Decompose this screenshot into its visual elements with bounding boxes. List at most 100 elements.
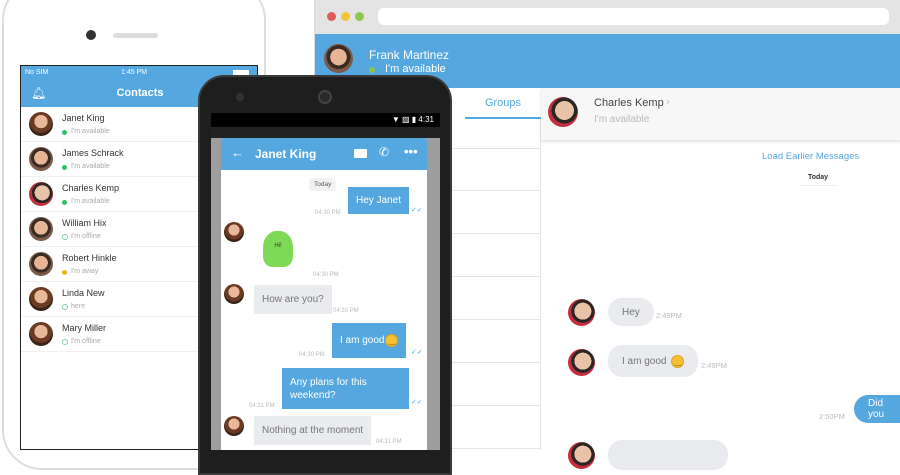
back-arrow-icon[interactable]: ← [231, 145, 244, 160]
my-status[interactable]: I'm available [385, 63, 446, 75]
contact-status: I'm available [71, 128, 110, 135]
contact-avatar [29, 322, 53, 346]
contact-avatar [568, 442, 595, 469]
date-separator: Today [799, 174, 837, 186]
list-divider [451, 448, 541, 449]
browser-titlebar [315, 0, 900, 34]
phone-icon[interactable]: ✆ [379, 145, 389, 159]
presence-dot [62, 339, 68, 345]
minimize-window-button[interactable] [341, 12, 350, 21]
contact-name: James Schrack [62, 148, 124, 158]
read-receipt-icon: ✓✓ [411, 349, 423, 356]
contact-name: Robert Hinkle [62, 253, 117, 263]
message-time: 04:30 PM [299, 352, 325, 358]
speaker [113, 33, 158, 38]
message-text: Nothing at the moment [262, 425, 364, 436]
contact-status: here [71, 303, 86, 310]
maximize-window-button[interactable] [355, 12, 364, 21]
message-time: 2:49PM [656, 311, 682, 320]
list-divider [451, 148, 541, 149]
presence-dot [62, 130, 67, 135]
contact-avatar [29, 217, 53, 241]
status-bar: ▼ ▨ ▮ 4:31 [211, 113, 440, 127]
contact-name: Charles Kemp [62, 183, 120, 193]
contact-status: I'm away [71, 268, 99, 275]
android-screen: ▼ ▨ ▮ 4:31 ← Janet King ✆ ••• Today Hey … [211, 113, 440, 450]
read-receipt-icon: ✓✓ [411, 207, 423, 214]
message-bubble-out: Did you [854, 395, 900, 423]
smile-emoji-icon: ‿ [385, 334, 399, 347]
message-time: 04:31 PM [376, 439, 402, 445]
message-bubble-in: I am good ‿ [608, 345, 699, 377]
my-avatar[interactable] [324, 44, 353, 73]
presence-dot [62, 200, 67, 205]
presence-dot [62, 304, 68, 310]
message-time: 2:50PM [819, 412, 845, 421]
contact-avatar[interactable] [548, 97, 578, 127]
list-divider [451, 362, 541, 363]
my-name: Frank Martinez [369, 48, 450, 62]
contact-avatar [224, 416, 244, 436]
contact-avatar [29, 182, 53, 206]
contact-name: Janet King [62, 113, 105, 123]
list-divider [451, 190, 541, 191]
contact-avatar [224, 284, 244, 304]
list-divider [451, 276, 541, 277]
video-call-icon[interactable] [354, 149, 367, 158]
list-divider [451, 233, 541, 234]
bell-icon[interactable]: 🔔︎ [31, 86, 46, 100]
contact-status: I'm available [71, 163, 110, 170]
close-window-button[interactable] [327, 12, 336, 21]
contact-avatar [29, 147, 53, 171]
message-bubble-out: Any plans for this weekend? [282, 368, 409, 409]
message-text: I am good [622, 355, 667, 367]
message-time: 04:30 PM [313, 272, 339, 278]
date-separator: Today [309, 178, 337, 191]
message-bubble-in [608, 440, 728, 470]
message-bubble-out: Hey Janet [348, 187, 410, 214]
chat-contact-name[interactable]: Charles Kemp [594, 97, 664, 109]
load-earlier-link[interactable]: Load Earlier Messages [762, 151, 859, 162]
conversation-list [451, 119, 541, 450]
message-bubble-out: I am good ‿ [332, 323, 407, 358]
message-text: How are you? [262, 294, 324, 305]
chat-window: ← Janet King ✆ ••• Today Hey Janet 04:30… [221, 138, 427, 450]
contact-name: William Hix [62, 218, 107, 228]
list-divider [451, 405, 541, 406]
sensor [236, 93, 244, 101]
online-status-dot [369, 67, 375, 73]
contact-avatar [29, 252, 53, 276]
message-bubble-in: Hey [608, 298, 654, 326]
tab-groups[interactable]: Groups [465, 88, 541, 119]
contact-status: I'm offline [71, 233, 101, 240]
front-camera [86, 30, 96, 40]
message-text: Hey [622, 306, 640, 318]
more-options-icon[interactable]: ••• [404, 144, 418, 159]
chat-header: ← Janet King ✆ ••• [221, 138, 427, 170]
app-bar-shadow [211, 127, 440, 138]
message-time: 04:30 PM [315, 210, 341, 216]
presence-dot [62, 270, 67, 275]
message-text: Did you [868, 398, 885, 420]
message-time: 04:31 PM [249, 403, 275, 409]
chat-contact-name[interactable]: Janet King [255, 147, 316, 161]
clock: 1:45 PM [121, 69, 148, 76]
contact-avatar [224, 222, 244, 242]
contact-avatar [29, 287, 53, 311]
contact-avatar [568, 349, 595, 376]
message-text: Any plans for this weekend? [290, 376, 367, 401]
list-divider [451, 319, 541, 320]
message-time: 04:30 PM [333, 308, 359, 314]
contact-status: I'm available [71, 198, 110, 205]
presence-dot [62, 165, 67, 170]
message-text: I am good [340, 335, 385, 346]
message-text: Hey Janet [356, 195, 402, 206]
smile-emoji-icon: ‿ [671, 354, 685, 368]
page-title: Contacts [116, 87, 164, 99]
contact-name: Linda New [62, 288, 105, 298]
message-time: 2:49PM [701, 361, 727, 370]
chat-contact-status: I'm available [594, 114, 650, 125]
address-bar[interactable] [378, 8, 889, 25]
chevron-right-icon[interactable]: › [666, 96, 670, 108]
contact-avatar [568, 299, 595, 326]
